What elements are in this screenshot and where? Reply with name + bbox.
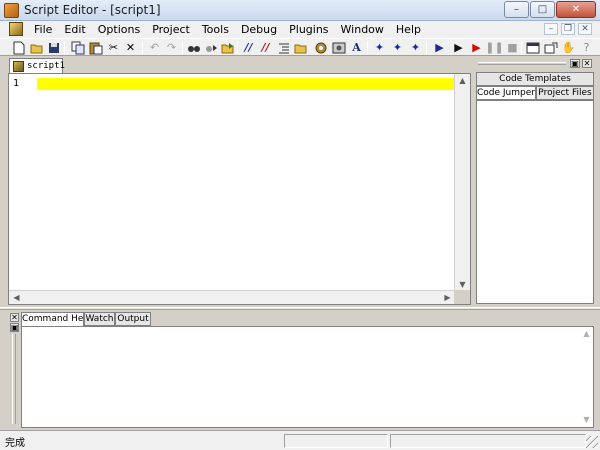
doc-restore-button[interactable]: ❐	[561, 23, 575, 35]
pause-icon[interactable]: ❚❚	[485, 40, 503, 55]
panel-header: ▣ ✕	[474, 57, 596, 70]
document-icon[interactable]	[9, 22, 23, 36]
scroll-right-arrow[interactable]: ▶	[440, 291, 455, 305]
menu-window[interactable]: Window	[335, 22, 390, 37]
stop-icon[interactable]: ■	[505, 40, 520, 55]
window-icon[interactable]	[525, 40, 540, 55]
tab-script1[interactable]: script1	[9, 58, 65, 74]
resize-grip[interactable]	[586, 436, 598, 448]
status-bar: 完成	[0, 430, 600, 450]
code-jumper-list[interactable]	[476, 100, 594, 304]
tab-watch[interactable]: Watch	[84, 312, 115, 326]
doc-close-button[interactable]: ✕	[578, 23, 592, 35]
find-icon[interactable]	[186, 40, 201, 55]
current-line-highlight[interactable]	[37, 78, 455, 90]
tab-code-jumper[interactable]: Code Jumper	[476, 86, 536, 100]
folder-icon[interactable]	[293, 40, 308, 55]
code-tools-panel: ▣ ✕ Code Templates Code Jumper Project F…	[474, 57, 596, 306]
run-icon[interactable]: ▶	[432, 40, 447, 55]
status-pane	[284, 434, 388, 448]
menu-file[interactable]: File	[28, 22, 58, 37]
command-help-content[interactable]: ▲ ▼	[21, 326, 594, 428]
find-next-icon[interactable]	[203, 40, 218, 55]
window-title: Script Editor - [script1]	[24, 3, 161, 17]
save-icon[interactable]	[46, 40, 61, 55]
menu-options[interactable]: Options	[92, 22, 146, 37]
panel-pin-button[interactable]: ▣	[570, 59, 580, 68]
tab-command-help[interactable]: Command Help	[21, 312, 92, 327]
scroll-up-arrow[interactable]: ▲	[455, 74, 470, 88]
tab-project-files[interactable]: Project Files	[536, 86, 594, 100]
bookmark-next-icon[interactable]: ✦	[390, 40, 405, 55]
delete-icon[interactable]: ✕	[123, 40, 138, 55]
bookmark-icon[interactable]: ✦	[372, 40, 387, 55]
script-icon	[13, 61, 24, 72]
step-icon[interactable]: ▶	[451, 40, 466, 55]
help-vertical-scrollbar[interactable]: ▲ ▼	[579, 327, 593, 427]
app-icon	[4, 3, 19, 18]
editor-horizontal-scrollbar[interactable]: ◀ ▶	[9, 290, 455, 304]
tab-script1-label: script1	[27, 61, 65, 71]
bottom-panel-grip[interactable]	[12, 334, 16, 424]
help-scroll-up-arrow[interactable]: ▲	[579, 327, 594, 341]
paste-icon[interactable]	[88, 40, 103, 55]
panel-grip[interactable]	[478, 62, 566, 65]
title-bar: Script Editor - [script1] – □ ✕	[0, 0, 600, 21]
document-controls: – ❐ ✕	[541, 23, 592, 35]
window-export-icon[interactable]	[543, 40, 558, 55]
menu-edit[interactable]: Edit	[58, 22, 91, 37]
minimize-button[interactable]: –	[504, 1, 529, 18]
undo-icon[interactable]: ↶	[147, 40, 162, 55]
bookmark-prev-icon[interactable]: ✦	[408, 40, 423, 55]
scroll-left-arrow[interactable]: ◀	[9, 291, 24, 305]
comment-icon[interactable]: //	[241, 40, 256, 55]
run-red-icon[interactable]: ▶	[469, 40, 484, 55]
hand-icon[interactable]: ✋	[561, 40, 576, 55]
maximize-button[interactable]: □	[530, 1, 555, 18]
editor-tab-bar: script1	[0, 57, 470, 74]
open-project-icon[interactable]	[220, 40, 235, 55]
editor-vertical-scrollbar[interactable]: ▲ ▼	[454, 74, 470, 292]
tab-code-templates[interactable]: Code Templates	[476, 72, 594, 86]
line-number: 1	[13, 78, 20, 89]
indent-icon[interactable]	[276, 40, 291, 55]
toolbar: ✂ ✕ ↶ ↷ // // A ✦ ✦ ✦ ▶ ▶ ▶ ❚❚ ■ ✋ ?	[0, 38, 600, 56]
menu-help[interactable]: Help	[390, 22, 427, 37]
copy-icon[interactable]	[70, 40, 85, 55]
font-icon[interactable]: A	[349, 40, 364, 55]
code-editor[interactable]: 1 ▲ ▼ ◀ ▶	[8, 73, 471, 305]
window-controls: – □ ✕	[503, 1, 596, 18]
help-icon[interactable]: ?	[579, 40, 594, 55]
help-scroll-down-arrow[interactable]: ▼	[579, 413, 594, 427]
close-button[interactable]: ✕	[556, 1, 596, 18]
uncomment-icon[interactable]: //	[258, 40, 273, 55]
menu-project[interactable]: Project	[146, 22, 196, 37]
menu-debug[interactable]: Debug	[235, 22, 283, 37]
menu-tools[interactable]: Tools	[196, 22, 235, 37]
bottom-panel-pin-button[interactable]: ▣	[10, 323, 19, 332]
panel-close-button[interactable]: ✕	[582, 59, 592, 68]
doc-minimize-button[interactable]: –	[544, 23, 558, 35]
menu-plugins[interactable]: Plugins	[283, 22, 334, 37]
plugin-icon[interactable]	[313, 40, 328, 55]
tab-output[interactable]: Output	[115, 312, 151, 326]
bottom-panel-close-button[interactable]: ✕	[10, 313, 19, 322]
help-output-panel: ✕ ▣ Command Help Watch Output ▲ ▼	[0, 310, 600, 430]
open-folder-icon[interactable]	[29, 40, 44, 55]
line-number-gutter: 1	[9, 74, 25, 292]
scrollbar-corner	[454, 290, 470, 304]
menu-items: File Edit Options Project Tools Debug Pl…	[28, 22, 427, 37]
status-text: 完成	[5, 438, 25, 449]
redo-icon[interactable]: ↷	[164, 40, 179, 55]
status-pane	[390, 434, 586, 448]
cut-icon[interactable]: ✂	[106, 40, 121, 55]
settings-icon[interactable]	[331, 40, 346, 55]
menu-bar: File Edit Options Project Tools Debug Pl…	[0, 21, 600, 38]
new-file-icon[interactable]	[11, 40, 26, 55]
